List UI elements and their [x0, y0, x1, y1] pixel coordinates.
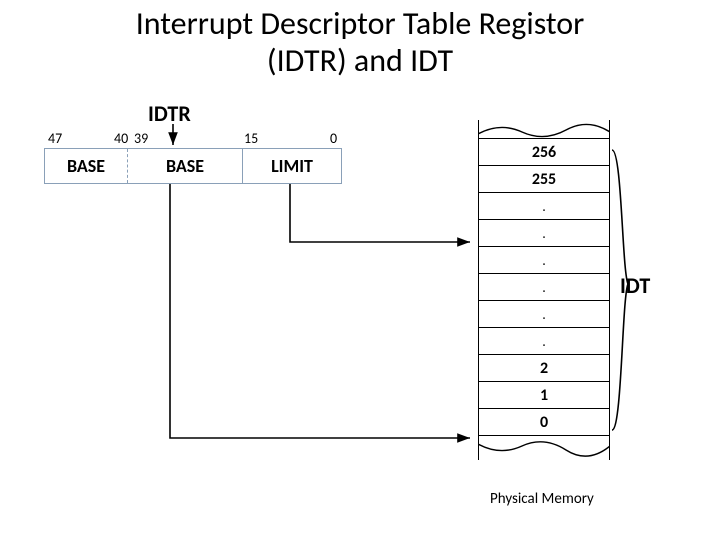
arrow-limit-to-idt: [290, 184, 470, 242]
idt-gap-dot: .: [479, 246, 609, 273]
bit-47: 47: [48, 130, 62, 147]
bit-40: 40: [114, 130, 128, 147]
wires-overlay: [0, 0, 720, 540]
idt-entry-2: 2: [479, 354, 609, 381]
idt-gap-dot: .: [479, 219, 609, 246]
reg-base-lo: BASE: [128, 149, 242, 183]
idtr-label: IDTR: [148, 100, 191, 127]
idt-table: 256 255 . . . . . . 2 1 0: [478, 120, 610, 460]
title-line2: (IDTR) and IDT: [267, 41, 453, 80]
bit-39: 39: [134, 130, 148, 147]
physical-memory-label: Physical Memory: [490, 490, 594, 508]
arrow-base-to-idt0: [170, 184, 470, 438]
reg-limit: LIMIT: [243, 149, 341, 183]
idtr-register: BASE BASE LIMIT: [44, 148, 342, 184]
idt-entry-1: 1: [479, 381, 609, 408]
page-title: Interrupt Descriptor Table Registor (IDT…: [0, 6, 720, 80]
bit-15: 15: [244, 130, 258, 147]
idt-label: IDT: [620, 272, 650, 299]
idt-gap-dot: .: [479, 273, 609, 300]
torn-edge-top: [479, 120, 609, 138]
reg-base-hi: BASE: [45, 149, 127, 183]
idt-gap-dot: .: [479, 327, 609, 354]
idt-gap-dot: .: [479, 300, 609, 327]
idt-entry-0: 0: [479, 408, 609, 435]
bit-0: 0: [330, 130, 337, 147]
idt-entry-255: 255: [479, 165, 609, 192]
idt-gap-dot: .: [479, 192, 609, 219]
torn-edge-bottom: [479, 436, 609, 460]
title-line1: Interrupt Descriptor Table Registor: [136, 4, 585, 43]
idt-entry-256: 256: [479, 138, 609, 165]
